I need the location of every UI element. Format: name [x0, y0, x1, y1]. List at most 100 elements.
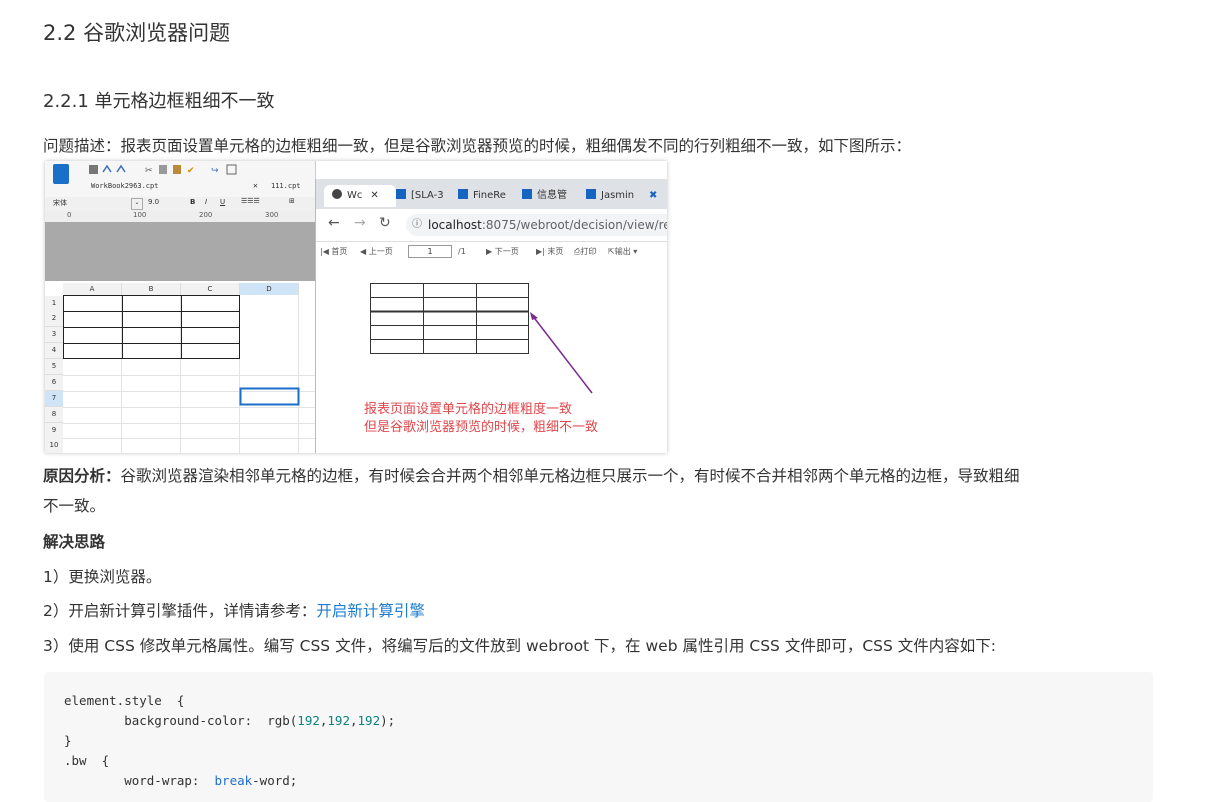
finereport-icon	[458, 189, 468, 199]
last-page-button[interactable]: ▶| 末页	[536, 242, 563, 262]
canvas-area	[45, 222, 315, 281]
selected-cell[interactable]	[239, 387, 300, 406]
code-number: 192	[297, 713, 320, 728]
svg-text:✔: ✔	[187, 166, 195, 176]
designer-tab-111[interactable]: 111.cpt	[271, 182, 301, 190]
solution-step-3: 3）使用 CSS 修改单元格属性。编写 CSS 文件，将编写后的文件放到 web…	[43, 637, 996, 655]
designer-tab-workbook[interactable]: WorkBook2963.cpt	[91, 182, 158, 190]
font-size-select[interactable]: 9.0	[148, 198, 159, 206]
annotation-arrow	[531, 314, 593, 394]
next-page-button[interactable]: ▶ 下一页	[486, 242, 519, 262]
designer-tab-row: WorkBook2963.cpt ✕ 111.cpt	[75, 179, 315, 196]
print-button[interactable]: ⎙打印	[574, 242, 596, 262]
code-number: 192	[327, 713, 350, 728]
tab-title: Jasmin	[601, 190, 635, 201]
solution-step-1: 1）更换浏览器。	[43, 568, 162, 586]
code-line: element.style {	[64, 693, 185, 708]
prev-page-button[interactable]: ◀ 上一页	[360, 242, 393, 262]
close-icon[interactable]: ✕	[253, 181, 258, 190]
tab-title: 信息管	[537, 190, 567, 201]
browser-tab-bar: Wc ✕ [SLA-3 FineRe 信息管 Jasmin ✖	[316, 179, 667, 209]
reload-icon[interactable]: ↻	[379, 215, 391, 231]
page-input[interactable]: 1	[408, 242, 452, 262]
close-icon[interactable]: ✕	[370, 190, 378, 201]
browser-tab[interactable]: [SLA-3	[396, 185, 452, 207]
solution-step-2: 2）开启新计算引擎插件，详情请参考：开启新计算引擎	[43, 599, 425, 621]
code-line: word-wrap: break-word;	[64, 773, 297, 788]
first-page-label: 首页	[331, 247, 348, 256]
code-keyword: break	[214, 773, 253, 788]
url-field[interactable]: ⓘ localhost:8075/webroot/decision/view/re…	[406, 214, 667, 236]
address-bar: ← → ↻ ⓘ localhost:8075/webroot/decision/v…	[316, 209, 667, 242]
info-icon: ⓘ	[412, 219, 422, 230]
designer-logo-icon	[53, 164, 69, 184]
tab-title: [SLA-3	[411, 190, 444, 201]
border-icon[interactable]: ⊞	[289, 197, 295, 205]
url-path: :8075/webroot/decision/view/repo	[481, 218, 667, 232]
designer-toolbar: ✂ ✔ ↪ WorkBook2963.cpt ✕ 111.cpt	[45, 161, 315, 198]
tab-title: Wc	[347, 190, 363, 201]
page-total: /1	[458, 247, 466, 256]
tab-title: FineRe	[473, 190, 506, 201]
svg-text:↪: ↪	[211, 166, 219, 176]
export-label: 输出	[614, 247, 631, 256]
code-line: }	[64, 733, 72, 748]
back-icon[interactable]: ←	[328, 215, 340, 231]
ruler-mark: 200	[199, 211, 213, 219]
cause-text-line-2: 不一致。	[43, 497, 106, 515]
chrome-icon	[332, 189, 342, 199]
css-code-block[interactable]: element.style { background-color: rgb(19…	[44, 672, 1153, 802]
forward-icon[interactable]: →	[354, 215, 366, 231]
first-page-button[interactable]: |◀ 首页	[320, 242, 347, 262]
align-icons[interactable]: ☰☰☰	[241, 197, 260, 205]
code-token: );	[380, 713, 396, 728]
annotation-line-1: 报表页面设置单元格的边框粗度一致	[364, 402, 573, 417]
annotation-line-2: 但是谷歌浏览器预览的时候，粗细不一致	[364, 420, 599, 435]
last-page-label: 末页	[547, 247, 564, 256]
spreadsheet-grid[interactable]: A B C D 1 2 3 4 5 6 7 8 9 10	[45, 281, 315, 453]
ruler-mark: 100	[133, 211, 147, 219]
finereport-icon	[586, 189, 596, 199]
format-toolbar: 宋体 ⌄ 9.0 B I U ☰☰☰ ⊞	[45, 197, 315, 211]
print-label: 打印	[580, 247, 597, 256]
problem-screenshot: ✂ ✔ ↪ WorkBook2963.cpt ✕ 111.cpt 宋体 ⌄ 9.…	[45, 161, 667, 453]
code-number: 192	[357, 713, 381, 728]
code-token: -word;	[252, 773, 298, 788]
finereport-icon	[522, 189, 532, 199]
font-name-select[interactable]: 宋体	[53, 198, 67, 208]
cause-text-line-1: 谷歌浏览器渲染相邻单元格的边框，有时候会合并两个相邻单元格边框只展示一个，有时候…	[120, 467, 1020, 485]
page-input-value: 1	[408, 245, 452, 258]
code-line: .bw {	[64, 753, 110, 768]
report-pager-toolbar: |◀ 首页 ◀ 上一页 1 /1 ▶ 下一页 ▶| 末页 ⎙打印 ⇱输出 ▾	[316, 242, 667, 262]
section-heading-2-2-1: 2.2.1 单元格边框粗细不一致	[43, 91, 275, 112]
solution-heading: 解决思路	[43, 533, 106, 551]
italic-icon[interactable]: I	[205, 198, 207, 206]
ruler-mark: 0	[67, 211, 72, 219]
browser-tab[interactable]: FineRe	[458, 185, 514, 207]
ruler-mark: 300	[265, 211, 279, 219]
browser-tab-active[interactable]: Wc ✕	[324, 185, 396, 207]
section-heading-2-2: 2.2 谷歌浏览器问题	[43, 21, 231, 45]
code-line: background-color: rgb(192,192,192);	[64, 713, 396, 728]
finereport-icon	[396, 189, 406, 199]
grid-lines	[63, 295, 315, 453]
step-2-text: 2）开启新计算引擎插件，详情请参考：	[43, 602, 317, 620]
cause-analysis: 原因分析：谷歌浏览器渲染相邻单元格的边框，有时候会合并两个相邻单元格边框只展示一…	[43, 464, 1020, 486]
underline-icon[interactable]: U	[220, 198, 225, 206]
browser-tab[interactable]: Jasmin	[586, 185, 642, 207]
browser-tab[interactable]: 信息管	[522, 185, 578, 207]
svg-text:✂: ✂	[145, 166, 153, 176]
url-host: localhost	[428, 218, 482, 232]
next-page-label: 下一页	[494, 247, 519, 256]
new-engine-link[interactable]: 开启新计算引擎	[316, 602, 425, 620]
code-token: word-wrap:	[64, 773, 215, 788]
bold-icon[interactable]: B	[190, 198, 195, 206]
cause-label: 原因分析：	[43, 467, 121, 485]
extension-icon[interactable]: ✖	[649, 185, 665, 207]
designer-window: ✂ ✔ ↪ WorkBook2963.cpt ✕ 111.cpt 宋体 ⌄ 9.…	[45, 161, 316, 453]
toolbar-icons: ✂ ✔ ↪	[89, 164, 237, 176]
problem-description: 问题描述：报表页面设置单元格的边框粗细一致，但是谷歌浏览器预览的时候，粗细偶发不…	[43, 137, 912, 155]
chevron-down-icon[interactable]: ⌄	[131, 198, 143, 210]
export-button[interactable]: ⇱输出 ▾	[608, 242, 637, 262]
prev-page-label: 上一页	[368, 247, 393, 256]
